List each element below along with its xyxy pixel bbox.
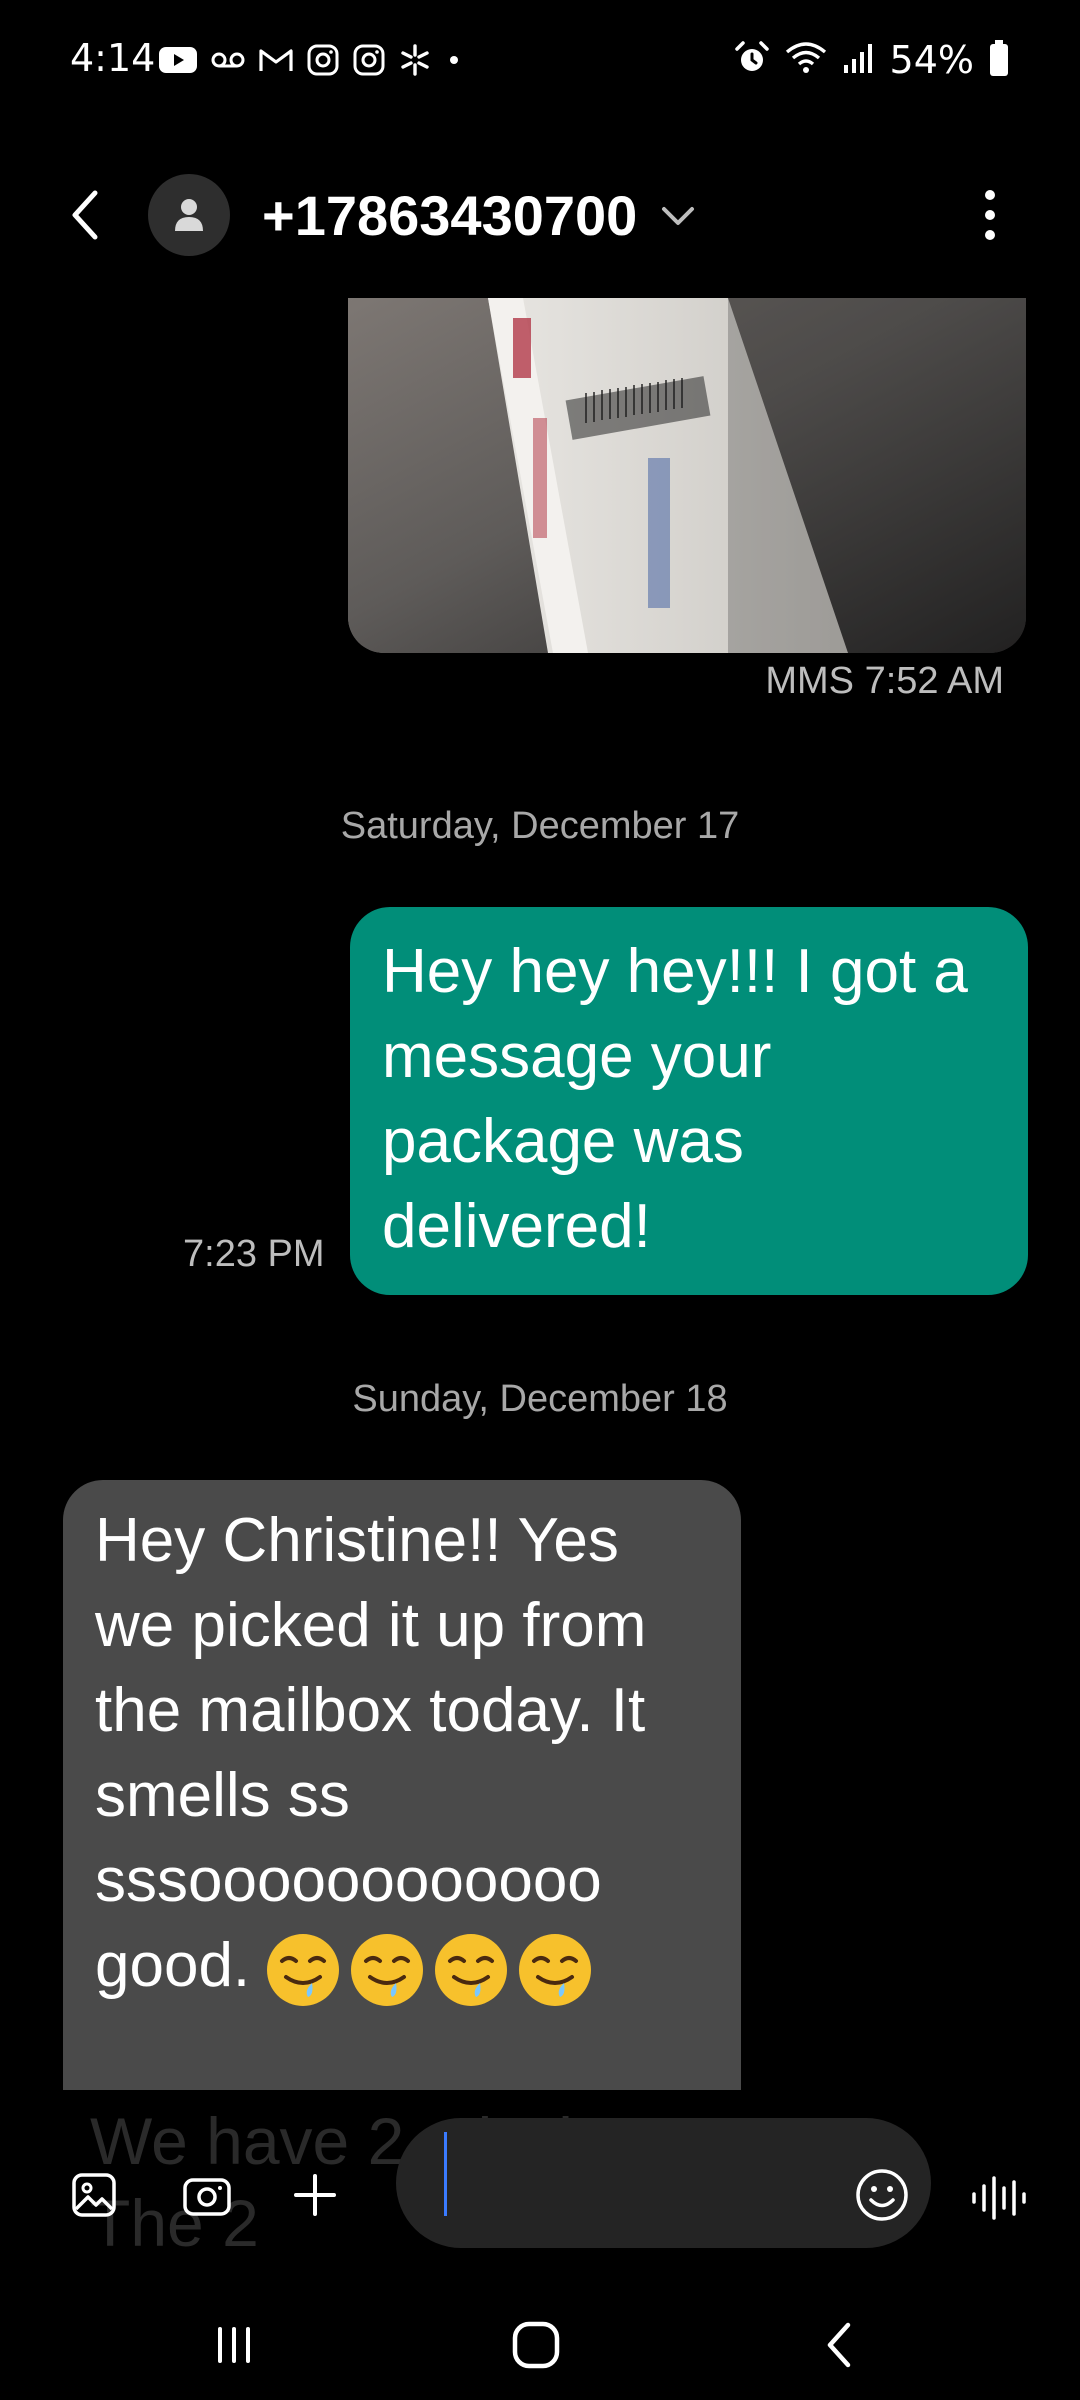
avatar[interactable]: [148, 174, 230, 256]
drooling-face-emoji: [519, 1933, 592, 2006]
battery-percent: 54%: [889, 38, 974, 82]
sent-message-bubble[interactable]: Hey hey hey!!! I got a message your pack…: [350, 907, 1028, 1295]
instagram-icon: [352, 43, 386, 77]
instagram-icon: [306, 43, 340, 77]
received-message-text: Hey Christine!! Yes we picked it up from…: [95, 1506, 647, 2000]
add-attachment-button[interactable]: [285, 2165, 345, 2225]
chevron-left-icon: [72, 190, 98, 240]
recents-button[interactable]: [194, 2310, 274, 2380]
chevron-down-icon[interactable]: [658, 196, 698, 236]
drooling-face-emoji: [267, 1933, 340, 2006]
battery-icon: [988, 39, 1010, 82]
system-icons: 54%: [734, 38, 1010, 82]
sent-message-time: 7:23 PM: [183, 1233, 325, 1275]
voice-icon[interactable]: [968, 2170, 1028, 2226]
message-input[interactable]: [396, 2118, 931, 2248]
sent-message-text: Hey hey hey!!! I got a message your pack…: [382, 937, 968, 1261]
status-time: 4:14: [70, 36, 156, 80]
date-divider: Saturday, December 17: [340, 805, 740, 847]
emoji-row: [264, 1931, 594, 2009]
signal-icon: [842, 41, 876, 80]
navigation-bar: [0, 2290, 1080, 2400]
mms-label: MMS: [765, 660, 855, 702]
nav-back-button[interactable]: [800, 2310, 880, 2380]
wifi-icon: [784, 40, 828, 81]
back-icon: [827, 2322, 851, 2368]
date-divider: Sunday, December 18: [352, 1378, 728, 1420]
contact-name[interactable]: +17863430700: [262, 176, 637, 256]
text-cursor: [444, 2132, 447, 2216]
gallery-icon: [72, 2173, 116, 2217]
notification-icons: [158, 40, 464, 80]
recents-icon: [218, 2327, 250, 2363]
home-button[interactable]: [496, 2310, 576, 2380]
mms-time: 7:52 AM: [864, 660, 1004, 702]
camera-button[interactable]: [177, 2165, 237, 2225]
mms-image-attachment[interactable]: [348, 298, 1026, 653]
camera-icon: [183, 2178, 231, 2216]
more-vertical-icon: [985, 190, 995, 240]
status-bar: 4:14 54%: [0, 0, 1080, 120]
gmail-icon: [258, 45, 294, 75]
youtube-icon: [158, 45, 198, 75]
dot-icon: [444, 50, 464, 70]
mms-timestamp: MMS 7:52 AM: [765, 660, 1004, 703]
received-message-bubble[interactable]: Hey Christine!! Yes we picked it up from…: [63, 1480, 741, 2090]
voicemail-icon: [210, 45, 246, 75]
home-icon: [512, 2321, 560, 2369]
drooling-face-emoji: [351, 1933, 424, 2006]
emoji-icon[interactable]: [854, 2167, 910, 2223]
drooling-face-emoji: [435, 1933, 508, 2006]
package-photo: [348, 298, 1026, 653]
alarm-icon: [734, 40, 770, 81]
conversation-header: +17863430700: [0, 150, 1080, 280]
gallery-button[interactable]: [64, 2165, 124, 2225]
more-options-button[interactable]: [960, 180, 1020, 250]
plus-icon: [294, 2174, 336, 2216]
person-icon: [175, 199, 203, 231]
back-button[interactable]: [50, 180, 120, 250]
walmart-icon: [398, 43, 432, 77]
compose-bar: [0, 2108, 1080, 2288]
